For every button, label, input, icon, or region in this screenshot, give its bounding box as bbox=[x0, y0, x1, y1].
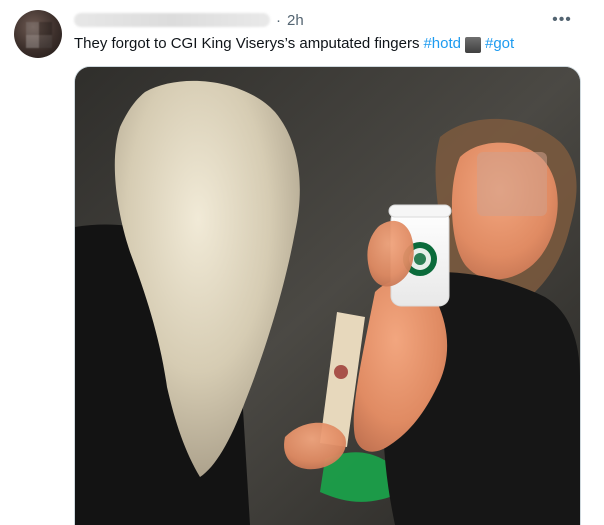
tweet-text-main: They forgot to CGI King Viserys’s amputa… bbox=[74, 35, 420, 52]
coffee-cup-lid bbox=[388, 204, 452, 218]
king-emoji-icon bbox=[465, 37, 481, 53]
tweet-card: · 2h ••• They forgot to CGI King Viserys… bbox=[0, 0, 604, 525]
stick-mark bbox=[334, 365, 348, 379]
hashtag-hotd[interactable]: #hotd bbox=[423, 34, 461, 54]
hashtag-got[interactable]: #got bbox=[485, 34, 514, 54]
tweet-media-image[interactable] bbox=[74, 66, 581, 525]
header-separator: · bbox=[276, 11, 281, 29]
tweet-text: They forgot to CGI King Viserys’s amputa… bbox=[74, 34, 590, 54]
photo-illustration bbox=[75, 67, 580, 525]
author-name-blurred[interactable] bbox=[74, 13, 270, 27]
more-options-icon[interactable]: ••• bbox=[550, 10, 574, 30]
face-blur bbox=[477, 152, 547, 216]
avatar-blur bbox=[26, 22, 52, 48]
tweet-header: · 2h bbox=[74, 10, 304, 30]
avatar[interactable] bbox=[14, 10, 62, 58]
timestamp[interactable]: 2h bbox=[287, 12, 304, 29]
